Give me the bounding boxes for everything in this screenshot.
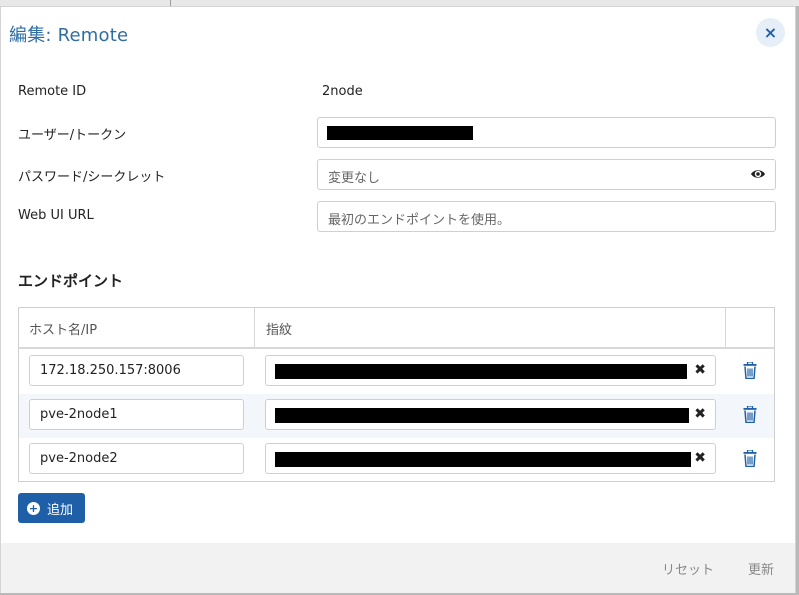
reset-button[interactable]: リセット <box>662 559 714 578</box>
plus-circle-icon: + <box>27 501 40 515</box>
column-header-host: ホスト名/IP <box>29 323 98 338</box>
endpoint-row: pve-2node2 ✖ <box>19 438 774 482</box>
add-button-label: 追加 <box>47 502 74 518</box>
add-endpoint-button[interactable]: + 追加 <box>18 493 85 523</box>
redacted-fingerprint <box>275 364 687 379</box>
close-icon: × <box>763 23 778 42</box>
column-header-fingerprint: 指紋 <box>266 323 293 338</box>
user-token-label: ユーザー/トークン <box>18 128 127 143</box>
fingerprint-input[interactable]: ✖ <box>265 399 716 430</box>
web-ui-url-input[interactable]: 最初のエンドポイントを使用。 <box>317 201 776 232</box>
trash-icon[interactable] <box>743 362 757 379</box>
redacted-user-value <box>327 126 473 140</box>
user-token-input[interactable] <box>317 117 776 148</box>
endpoints-grid: ホスト名/IP 指紋 172.18.250.157:8006 ✖ pve-2no… <box>18 307 775 482</box>
trash-icon[interactable] <box>743 406 757 423</box>
update-button[interactable]: 更新 <box>748 559 774 578</box>
endpoint-row: 172.18.250.157:8006 ✖ <box>19 350 774 394</box>
close-button[interactable]: × <box>756 18 785 47</box>
fingerprint-input[interactable]: ✖ <box>265 355 716 386</box>
password-input[interactable]: 変更なし <box>317 159 776 190</box>
web-ui-url-placeholder: 最初のエンドポイントを使用。 <box>328 213 511 228</box>
eye-icon[interactable] <box>750 167 766 181</box>
host-input[interactable]: 172.18.250.157:8006 <box>29 355 244 386</box>
dialog-title: 編集: Remote <box>9 25 129 46</box>
host-value: pve-2node2 <box>40 451 118 466</box>
endpoints-section-title: エンドポイント <box>18 272 124 290</box>
remote-id-label: Remote ID <box>18 84 87 99</box>
grid-header: ホスト名/IP 指紋 <box>19 308 774 349</box>
web-ui-url-label: Web UI URL <box>18 208 94 223</box>
edit-remote-dialog: 編集: Remote × Remote ID 2node ユーザー/トークン パ… <box>0 6 796 593</box>
column-separator <box>254 308 255 349</box>
clear-icon[interactable]: ✖ <box>694 450 706 466</box>
dialog-footer: リセット 更新 <box>1 543 795 593</box>
clear-icon[interactable]: ✖ <box>694 362 706 378</box>
fingerprint-input[interactable]: ✖ <box>265 443 716 474</box>
password-placeholder: 変更なし <box>328 171 381 186</box>
host-input[interactable]: pve-2node1 <box>29 399 244 430</box>
clear-icon[interactable]: ✖ <box>694 406 706 422</box>
password-label: パスワード/シークレット <box>18 170 166 185</box>
trash-icon[interactable] <box>743 450 757 467</box>
remote-id-value: 2node <box>322 84 363 99</box>
redacted-fingerprint <box>275 452 691 467</box>
redacted-fingerprint <box>275 408 689 423</box>
host-input[interactable]: pve-2node2 <box>29 443 244 474</box>
host-value: 172.18.250.157:8006 <box>40 363 181 378</box>
endpoint-row: pve-2node1 ✖ <box>19 394 774 438</box>
host-value: pve-2node1 <box>40 407 118 422</box>
column-separator <box>725 308 726 349</box>
